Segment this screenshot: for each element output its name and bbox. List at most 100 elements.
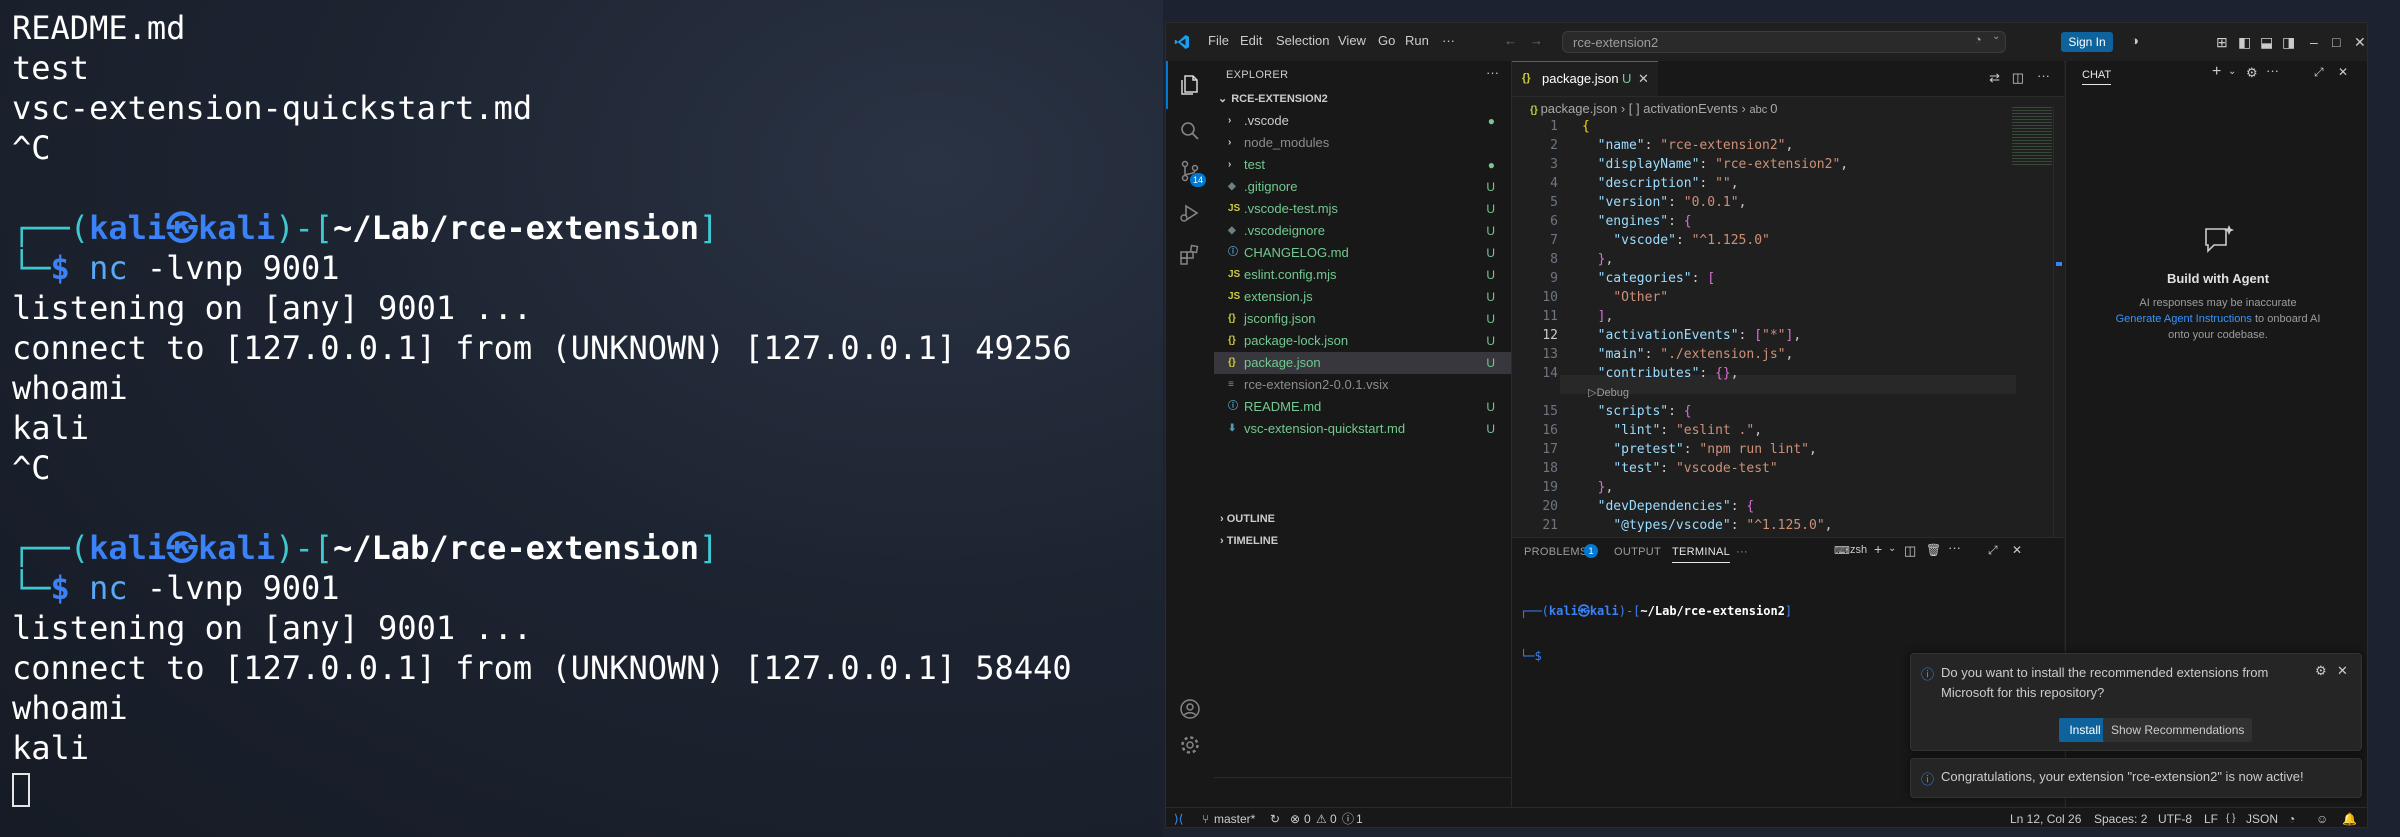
close-tab-icon[interactable]: ✕ bbox=[1638, 62, 1649, 95]
generate-instructions-link[interactable]: Generate Agent Instructions bbox=[2116, 313, 2252, 325]
minimap[interactable] bbox=[2012, 107, 2052, 167]
file-tree-item[interactable]: {} jsconfig.json U bbox=[1214, 308, 1511, 330]
menu-selection[interactable]: Selection bbox=[1276, 33, 1329, 48]
command-center-search[interactable]: rce-extension2 bbox=[1562, 31, 2006, 53]
show-recommendations-button[interactable]: Show Recommendations bbox=[2103, 718, 2253, 742]
menu-view[interactable]: View bbox=[1338, 33, 1366, 48]
minimize-icon[interactable]: – bbox=[2310, 34, 2318, 50]
file-tree-item[interactable]: › node_modules bbox=[1214, 132, 1511, 154]
encoding[interactable]: UTF-8 bbox=[2158, 808, 2192, 827]
error-count[interactable]: 0 bbox=[1304, 808, 1311, 827]
run-debug-icon[interactable] bbox=[1178, 201, 1202, 225]
file-tree-item[interactable]: JS .vscode-test.mjs U bbox=[1214, 198, 1511, 220]
toggle-secondary-sidebar-icon[interactable]: ◨ bbox=[2282, 34, 2295, 51]
close-window-icon[interactable]: ✕ bbox=[2354, 34, 2366, 51]
file-tree-item[interactable]: ⓘ CHANGELOG.md U bbox=[1214, 242, 1511, 264]
outline-section[interactable]: › OUTLINE bbox=[1220, 513, 1275, 525]
sign-in-button[interactable]: Sign In bbox=[2061, 32, 2113, 52]
chevron-down-icon[interactable]: ⌄ bbox=[1888, 543, 1896, 554]
explorer-files-icon[interactable] bbox=[1178, 73, 1202, 97]
file-tree-item[interactable]: {} package-lock.json U bbox=[1214, 330, 1511, 352]
kali-terminal[interactable]: README.md test vsc-extension-quickstart.md… bbox=[0, 0, 1163, 837]
tab-problems[interactable]: PROBLEMS bbox=[1524, 546, 1588, 558]
language-mode[interactable]: JSON bbox=[2246, 808, 2278, 827]
feedback-icon[interactable]: ☺ bbox=[2316, 808, 2328, 827]
tab-terminal[interactable]: TERMINAL bbox=[1672, 546, 1731, 563]
tab-package-json[interactable]: {} package.json U ✕ bbox=[1512, 61, 1658, 96]
toggle-panel-icon[interactable]: ⬓ bbox=[2260, 34, 2273, 51]
maximize-panel-icon[interactable]: ⤢ bbox=[1988, 543, 1998, 558]
layout-toggle-icon[interactable]: ⊞ bbox=[2216, 34, 2228, 51]
file-tree-item[interactable]: {} package.json U bbox=[1214, 352, 1511, 374]
breadcrumb-file[interactable]: package.json bbox=[1541, 101, 1618, 116]
terminal-shell-label[interactable]: zsh bbox=[1850, 544, 1867, 556]
sync-icon[interactable]: ↻ bbox=[1270, 808, 1280, 827]
maximize-chat-icon[interactable]: ⤢ bbox=[2314, 65, 2324, 80]
output-line: listening on [any] 9001 ... bbox=[12, 609, 533, 647]
integrated-terminal[interactable]: ┌──(kali㉿kali)-[~/Lab/rce-extension2] └─… bbox=[1520, 574, 1792, 694]
panel-more-icon[interactable]: ··· bbox=[1736, 546, 1748, 558]
menu-file[interactable]: File bbox=[1208, 33, 1229, 48]
info-count[interactable]: 1 bbox=[1356, 808, 1363, 827]
git-status: U bbox=[1486, 312, 1495, 326]
code-text: "version": "0.0.1", bbox=[1597, 195, 1747, 210]
editor-more-icon[interactable]: ··· bbox=[2037, 68, 2050, 83]
notification-gear-icon[interactable]: ⚙ bbox=[2315, 663, 2327, 679]
file-tree-item[interactable]: ⓘ README.md U bbox=[1214, 396, 1511, 418]
back-arrow-icon[interactable]: ← bbox=[1504, 33, 1517, 48]
extensions-icon[interactable] bbox=[1178, 243, 1202, 267]
copilot-status-icon[interactable]: ◔ bbox=[2288, 808, 2295, 827]
file-tree-item[interactable]: ◆ .vscodeignore U bbox=[1214, 220, 1511, 242]
editor-scrollbar[interactable] bbox=[2053, 107, 2064, 537]
remote-indicator-icon[interactable]: ⟩⟨ bbox=[1174, 808, 1183, 827]
menu-go[interactable]: Go bbox=[1378, 33, 1395, 48]
new-chat-icon[interactable]: + bbox=[2212, 63, 2221, 81]
end-of-line[interactable]: LF bbox=[2204, 808, 2218, 827]
warning-count[interactable]: 0 bbox=[1330, 808, 1337, 827]
menu-more[interactable]: ··· bbox=[1442, 33, 1455, 48]
close-panel-icon[interactable]: ✕ bbox=[2012, 543, 2022, 557]
file-tree-item[interactable]: JS eslint.config.mjs U bbox=[1214, 264, 1511, 286]
maximize-icon[interactable]: □ bbox=[2332, 34, 2340, 50]
cursor-position[interactable]: Ln 12, Col 26 bbox=[2010, 808, 2081, 827]
menu-run[interactable]: Run bbox=[1405, 33, 1429, 48]
copilot-icon[interactable]: ◔ bbox=[1974, 32, 1982, 47]
panel-actions-more-icon[interactable]: ··· bbox=[1948, 540, 1961, 555]
breadcrumb-key[interactable]: [ ] activationEvents bbox=[1629, 101, 1738, 116]
file-name: .vscode bbox=[1244, 113, 1289, 128]
accounts-circle-icon[interactable]: ◑ bbox=[2131, 33, 2139, 48]
menu-edit[interactable]: Edit bbox=[1240, 33, 1262, 48]
file-tree-item[interactable]: ⬇ vsc-extension-quickstart.md U bbox=[1214, 418, 1511, 440]
split-editor-icon[interactable]: ◫ bbox=[2012, 70, 2024, 86]
file-tree-item[interactable]: › test ● bbox=[1214, 154, 1511, 176]
notifications-bell-icon[interactable]: 🔔 bbox=[2342, 808, 2357, 827]
chat-title[interactable]: CHAT bbox=[2082, 69, 2112, 85]
chat-more-icon[interactable]: ··· bbox=[2266, 63, 2279, 78]
chevron-down-icon[interactable]: ⌄ bbox=[2228, 66, 2236, 77]
close-chat-icon[interactable]: ✕ bbox=[2338, 65, 2348, 79]
file-tree-item[interactable]: ◆ .gitignore U bbox=[1214, 176, 1511, 198]
tab-output[interactable]: OUTPUT bbox=[1614, 546, 1661, 558]
file-tree-item[interactable]: ≡ rce-extension2-0.0.1.vsix bbox=[1214, 374, 1511, 396]
explorer-root-folder[interactable]: ⌄ RCE-EXTENSION2 bbox=[1218, 88, 1328, 110]
trash-icon[interactable]: 🗑 bbox=[1926, 543, 1941, 557]
toggle-sidebar-icon[interactable]: ◧ bbox=[2238, 34, 2251, 51]
explorer-more-icon[interactable]: ··· bbox=[1486, 65, 1499, 80]
account-icon[interactable] bbox=[1178, 697, 1202, 721]
timeline-section[interactable]: › TIMELINE bbox=[1220, 535, 1278, 547]
breadcrumb-index[interactable]: 0 bbox=[1770, 101, 1777, 116]
file-tree-item[interactable]: JS extension.js U bbox=[1214, 286, 1511, 308]
timeline-label: TIMELINE bbox=[1226, 535, 1279, 547]
chat-settings-gear-icon[interactable]: ⚙ bbox=[2246, 65, 2258, 81]
chevron-down-icon[interactable]: ⌄ bbox=[1992, 31, 2000, 42]
new-terminal-icon[interactable]: + bbox=[1874, 541, 1882, 557]
compare-changes-icon[interactable]: ⇄ bbox=[1989, 70, 2000, 86]
branch-name[interactable]: master* bbox=[1214, 808, 1255, 827]
split-terminal-icon[interactable]: ◫ bbox=[1904, 543, 1916, 559]
settings-gear-icon[interactable] bbox=[1178, 733, 1202, 757]
close-notification-icon[interactable]: ✕ bbox=[2337, 663, 2348, 679]
indentation[interactable]: Spaces: 2 bbox=[2094, 808, 2147, 827]
forward-arrow-icon[interactable]: → bbox=[1530, 33, 1543, 48]
search-icon[interactable] bbox=[1178, 119, 1202, 143]
file-tree-item[interactable]: › .vscode ● bbox=[1214, 110, 1511, 132]
